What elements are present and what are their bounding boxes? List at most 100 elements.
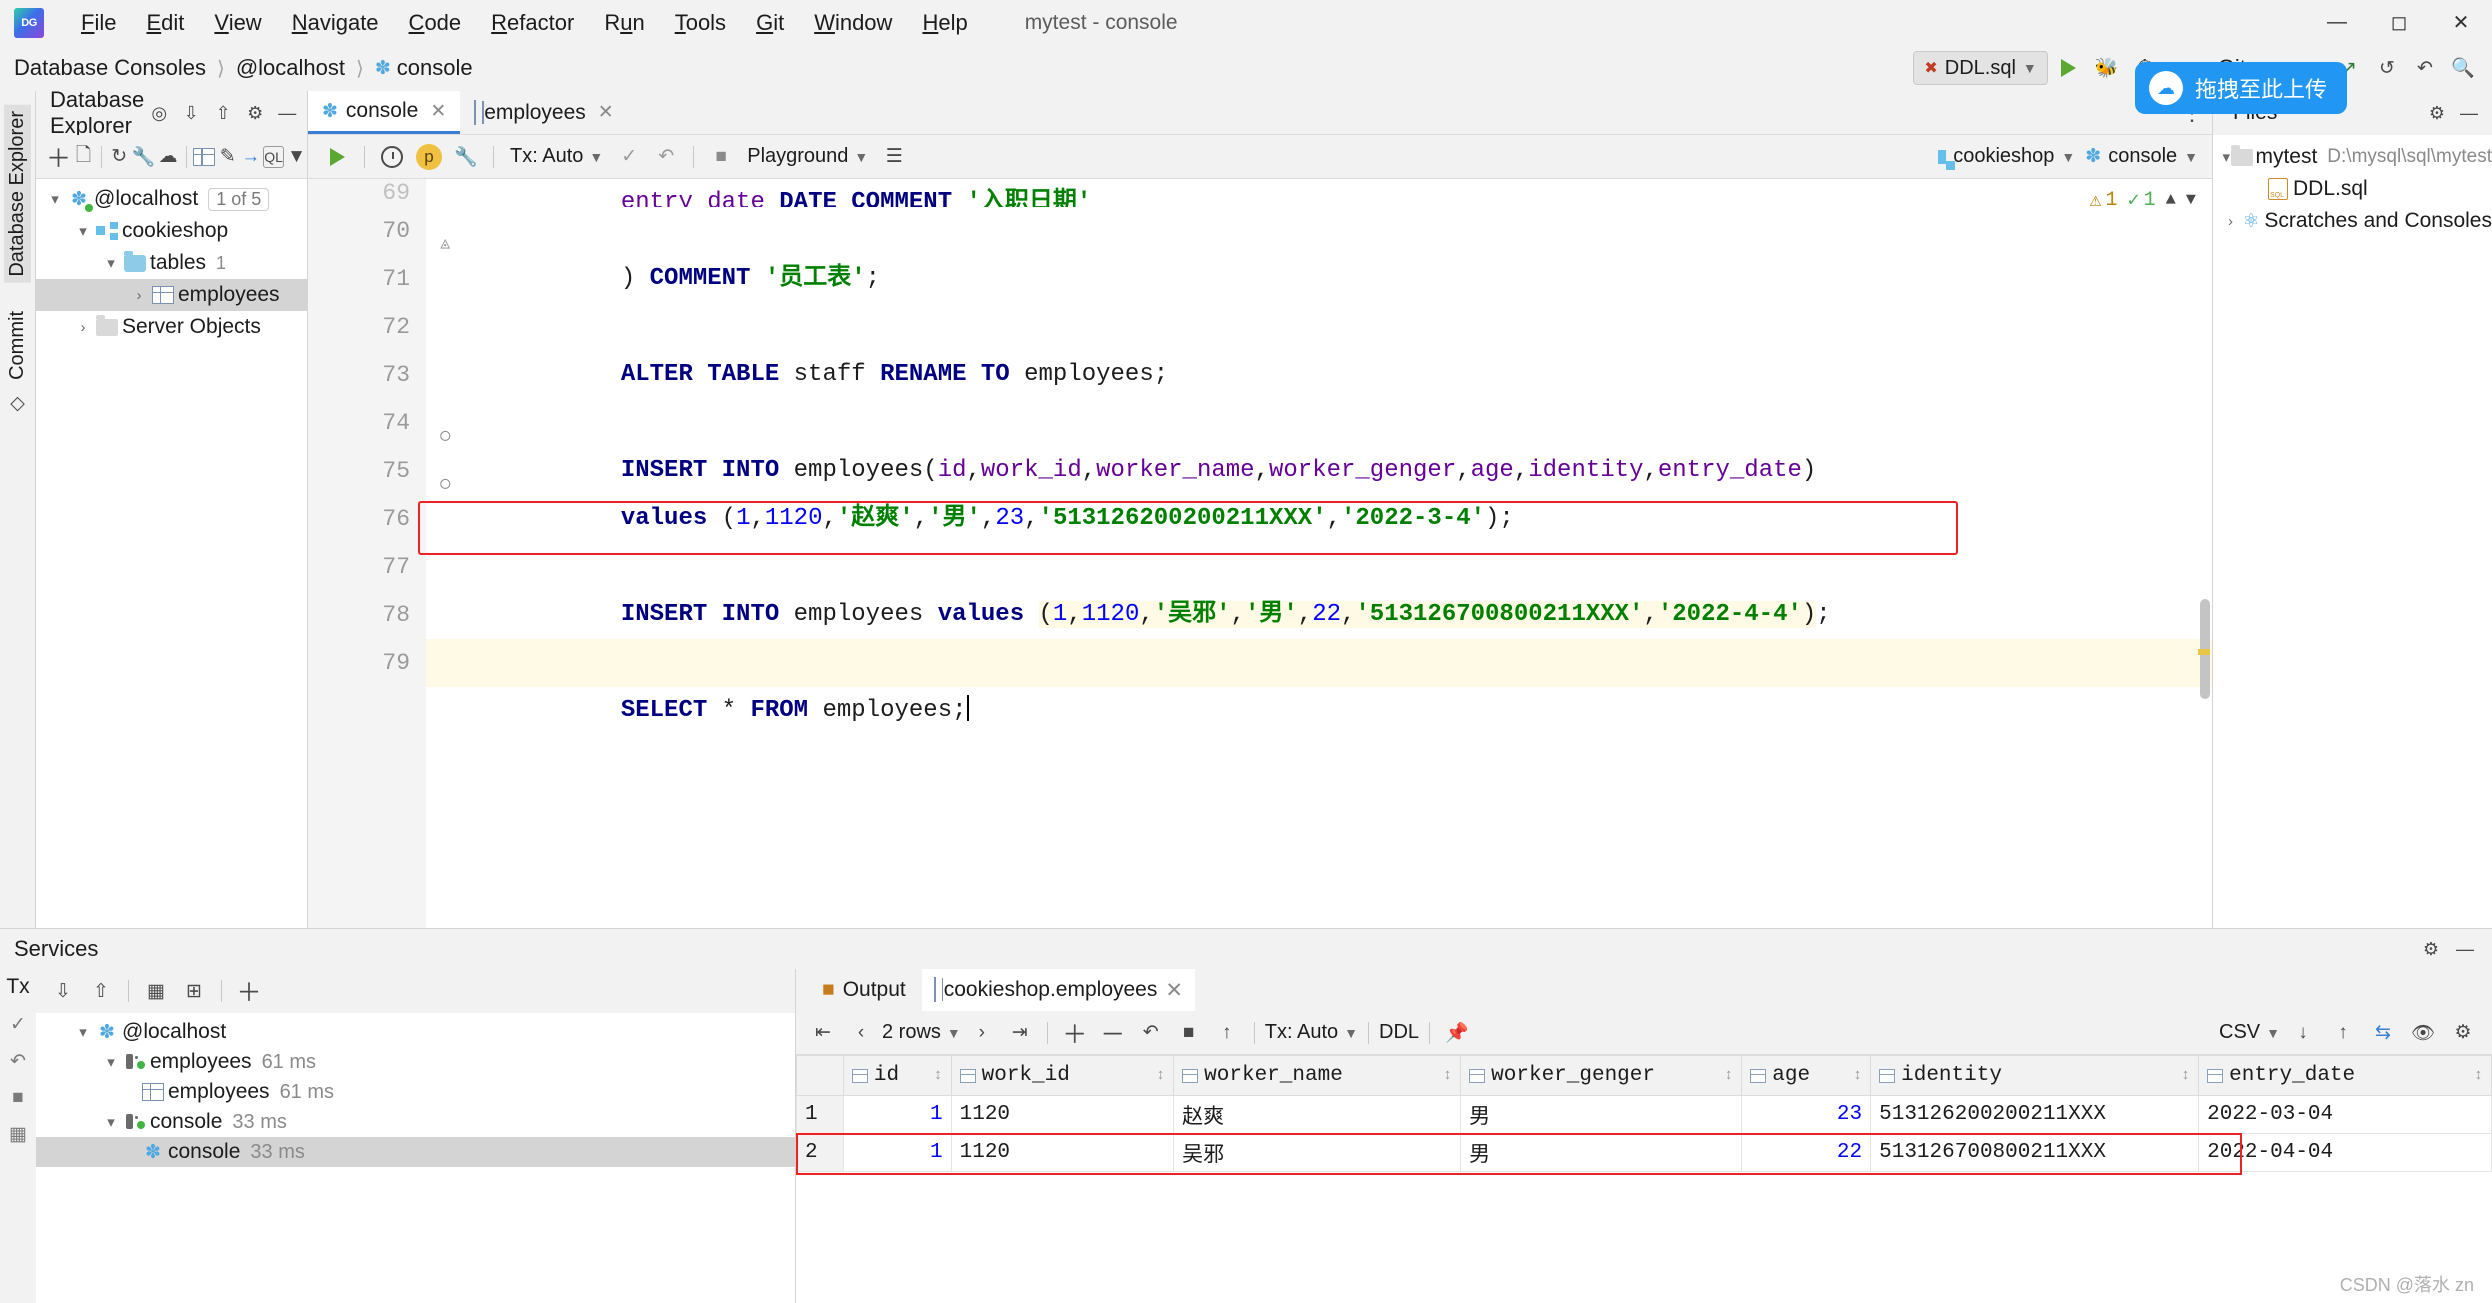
prev-page-icon[interactable]: ‹ <box>844 1016 878 1050</box>
code-editor[interactable]: 69 70◬ 71 72 73 74◯ 75◯ 76 77 78 79✓ ent… <box>308 179 2212 928</box>
cell-work-id[interactable]: 1120 <box>950 1095 1175 1134</box>
history-icon[interactable]: ↺ <box>2370 51 2404 85</box>
collapse-all-icon[interactable]: ⇧ <box>84 974 118 1008</box>
files-item-ddl-sql[interactable]: DDL.sql <box>2213 173 2492 205</box>
edit-icon[interactable]: ✎ <box>217 140 238 174</box>
drag-upload-pill[interactable]: ☁ 拖拽至此上传 <box>2134 62 2347 114</box>
cell-age[interactable]: 23 <box>1741 1095 1872 1134</box>
copy-icon[interactable]: 🗋 <box>73 140 94 174</box>
files-item-mytest[interactable]: ▾ mytest D:\mysql\sql\mytest <box>2213 141 2492 173</box>
close-icon[interactable]: ✕ <box>2430 0 2492 45</box>
menu-window[interactable]: Window <box>799 10 907 36</box>
debug-icon[interactable]: 🐝 <box>2090 51 2124 85</box>
cell-identity[interactable]: 513126200200211XXX <box>1870 1095 2200 1134</box>
files-item-scratches[interactable]: › ⚛ Scratches and Consoles <box>2213 205 2492 237</box>
refresh-icon[interactable]: ↻ <box>109 140 130 174</box>
execute-run-icon[interactable] <box>320 140 354 174</box>
cell-id[interactable]: 1 <box>842 1095 952 1134</box>
table-view-icon[interactable]: ☰ <box>877 140 911 174</box>
compare-icon[interactable]: ⇆ <box>2366 1016 2400 1050</box>
menu-file[interactable]: File <box>66 10 131 36</box>
ql-icon[interactable]: QL <box>263 145 284 168</box>
chevron-down-icon[interactable]: ▾ <box>100 1113 122 1131</box>
column-header-work-id[interactable]: work_id ↕ <box>950 1055 1175 1096</box>
tree-item-cookieshop[interactable]: ▾ cookieshop <box>36 215 307 247</box>
menu-navigate[interactable]: Navigate <box>277 10 394 36</box>
tab-output[interactable]: ■ Output <box>810 969 918 1011</box>
tx-label[interactable]: Tx <box>6 975 29 999</box>
settings-gear-icon[interactable]: ⚙ <box>2446 1016 2480 1050</box>
tx-mode-selector[interactable]: Tx: Auto ▼ <box>1265 1021 1358 1044</box>
playground-selector[interactable]: Playground ▼ <box>741 145 874 168</box>
database-stop-icon[interactable]: ☁ <box>157 140 178 174</box>
stop-icon[interactable]: ■ <box>12 1087 23 1109</box>
chevron-down-icon[interactable]: ▾ <box>72 1023 94 1041</box>
services-item-employees-conn[interactable]: ▾ employees 61 ms <box>36 1047 795 1077</box>
tx-mode-selector[interactable]: Tx: Auto ▼ <box>504 145 609 168</box>
menu-help[interactable]: Help <box>907 10 982 36</box>
grid-corner-cell[interactable] <box>796 1055 844 1096</box>
menu-code[interactable]: Code <box>394 10 477 36</box>
commit-check-icon[interactable]: ✓ <box>612 140 646 174</box>
cell-worker-name[interactable]: 赵爽 <box>1173 1095 1462 1134</box>
tab-cookieshop-employees[interactable]: cookieshop.employees ✕ <box>921 969 1195 1011</box>
tree-item-server-objects[interactable]: › Server Objects <box>36 311 307 343</box>
submit-icon[interactable]: ↑ <box>1210 1016 1244 1050</box>
rollback-icon[interactable]: ↶ <box>10 1050 26 1073</box>
hide-panel-icon[interactable]: — <box>2450 934 2480 964</box>
services-item-console-session[interactable]: ✽ console 33 ms <box>36 1137 795 1167</box>
cell-entry-date[interactable]: 2022-03-04 <box>2198 1095 2492 1134</box>
menu-tools[interactable]: Tools <box>660 10 741 36</box>
chevron-down-icon[interactable]: ▾ <box>100 254 122 272</box>
session-selector[interactable]: ✽ console ▼ <box>2085 145 2198 168</box>
chevron-down-icon[interactable]: ▼ <box>2186 191 2196 210</box>
close-icon[interactable]: ✕ <box>1165 978 1183 1003</box>
next-page-icon[interactable]: › <box>965 1016 999 1050</box>
menu-refactor[interactable]: Refactor <box>476 10 589 36</box>
chevron-up-icon[interactable]: ▲ <box>2166 191 2176 210</box>
first-page-icon[interactable]: ⇤ <box>806 1016 840 1050</box>
ddl-button[interactable]: DDL <box>1379 1021 1419 1044</box>
add-icon[interactable]: ＋ <box>46 140 71 174</box>
download-icon[interactable]: ↓ <box>2286 1016 2320 1050</box>
chevron-down-icon[interactable]: ▾ <box>2221 148 2231 166</box>
settings-gear-icon[interactable]: ⚙ <box>240 98 270 128</box>
sort-icon[interactable]: ↕ <box>2474 1067 2483 1084</box>
cell-worker-genger[interactable]: 男 <box>1460 1095 1743 1134</box>
group-icon[interactable]: ▦ <box>139 974 173 1008</box>
upload-icon[interactable]: ↑ <box>2326 1016 2360 1050</box>
breadcrumb-item-console[interactable]: console <box>397 55 473 81</box>
breadcrumb-item-consoles[interactable]: Database Consoles <box>14 55 206 81</box>
chevron-down-icon[interactable]: ▾ <box>44 190 66 208</box>
new-tab-icon[interactable]: ⊞ <box>177 974 211 1008</box>
column-header-id[interactable]: id ↕ <box>842 1055 952 1096</box>
stop-square-icon[interactable]: ■ <box>704 140 738 174</box>
tree-item-localhost[interactable]: ▾ ✽ @localhost 1 of 5 <box>36 183 307 215</box>
tab-employees[interactable]: employees ✕ <box>460 91 627 134</box>
schema-selector[interactable]: cookieshop ▼ <box>1938 145 2075 170</box>
column-header-identity[interactable]: identity ↕ <box>1870 1055 2200 1096</box>
sql-script-icon[interactable]: 🔧 <box>132 140 156 174</box>
maximize-icon[interactable]: ◻ <box>2368 0 2430 45</box>
chevron-right-icon[interactable]: › <box>72 319 94 336</box>
eye-preview-icon[interactable]: 👁 <box>2406 1016 2440 1050</box>
locate-icon[interactable]: ◎ <box>144 98 174 128</box>
menu-edit[interactable]: Edit <box>131 10 199 36</box>
run-icon[interactable] <box>2052 51 2086 85</box>
menu-run[interactable]: Run <box>589 10 659 36</box>
sort-icon[interactable]: ↕ <box>2181 1067 2190 1084</box>
tree-item-employees[interactable]: › employees <box>36 279 307 311</box>
breadcrumb-item-localhost[interactable]: @localhost <box>236 55 345 81</box>
commit-check-icon[interactable]: ✓ <box>10 1013 26 1036</box>
add-icon[interactable]: ＋ <box>232 974 266 1008</box>
chevron-down-icon[interactable]: ▾ <box>72 222 94 240</box>
services-item-localhost[interactable]: ▾ ✽ @localhost <box>36 1017 795 1047</box>
chevron-right-icon[interactable]: › <box>2221 213 2240 230</box>
settings-gear-icon[interactable]: ⚙ <box>2422 98 2452 128</box>
chevron-right-icon[interactable]: › <box>128 287 150 304</box>
menu-git[interactable]: Git <box>741 10 799 36</box>
revert-icon[interactable]: ↶ <box>1134 1016 1168 1050</box>
hide-panel-icon[interactable]: — <box>2454 98 2484 128</box>
pin-icon[interactable]: 📌 <box>1440 1016 1474 1050</box>
last-page-icon[interactable]: ⇥ <box>1003 1016 1037 1050</box>
